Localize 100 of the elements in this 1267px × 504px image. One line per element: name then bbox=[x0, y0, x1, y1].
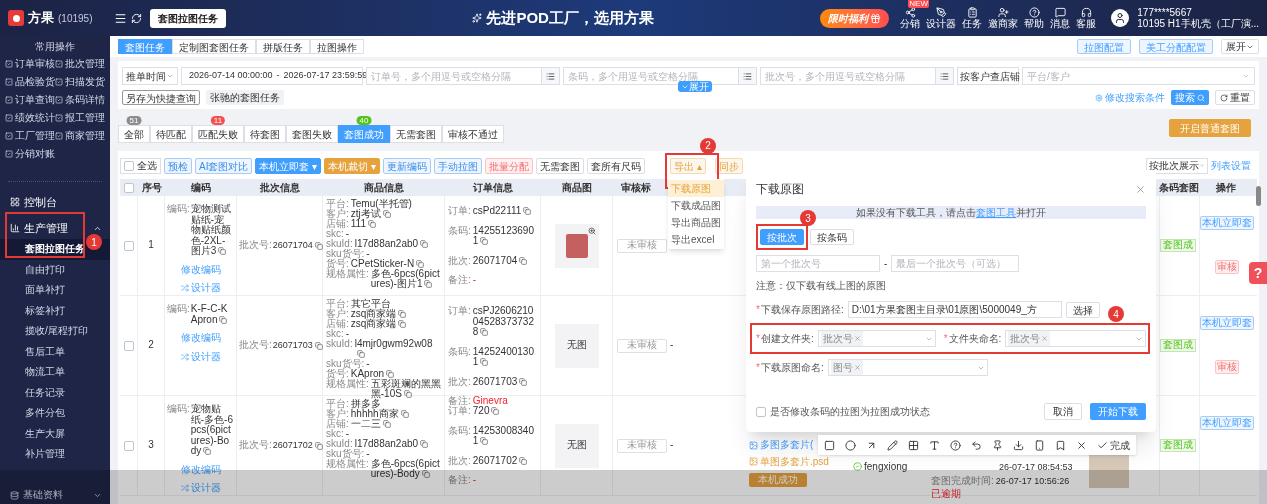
checkbox[interactable] bbox=[756, 406, 766, 417]
rectangle-icon[interactable] bbox=[824, 439, 835, 451]
copy-icon[interactable] bbox=[382, 420, 391, 429]
sidebar-subitem[interactable]: 任务记录 bbox=[0, 382, 110, 403]
checkbox[interactable] bbox=[123, 340, 134, 351]
product-image[interactable] bbox=[554, 223, 599, 268]
download-icon[interactable] bbox=[1013, 439, 1024, 451]
search-field[interactable]: 订单号，多个用逗号或空格分隔 bbox=[366, 67, 542, 85]
status-tab[interactable]: 待匹配 bbox=[150, 125, 192, 143]
copy-icon[interactable] bbox=[356, 350, 365, 359]
remove-icon[interactable] bbox=[1041, 335, 1049, 342]
quick-link[interactable]: 商家管理 bbox=[55, 129, 105, 143]
copy-icon[interactable] bbox=[519, 456, 528, 465]
copy-icon[interactable] bbox=[491, 407, 500, 416]
choose-button[interactable]: 选择 bbox=[1065, 301, 1100, 318]
undo-icon[interactable] bbox=[971, 439, 982, 451]
copy-icon[interactable] bbox=[480, 237, 489, 246]
quick-link[interactable]: 分销对账 bbox=[5, 147, 55, 161]
saved-query-button[interactable]: 张驰的套图任务 bbox=[206, 90, 284, 105]
mosaic-icon[interactable] bbox=[908, 439, 919, 451]
toolbar-button[interactable]: 无需套图 bbox=[536, 157, 584, 174]
status-tab[interactable]: 无需套图 bbox=[390, 125, 442, 143]
copy-icon[interactable] bbox=[480, 328, 489, 337]
checkbox[interactable] bbox=[124, 182, 134, 193]
quick-link[interactable]: 条码详情 bbox=[55, 93, 105, 107]
copy-icon[interactable] bbox=[480, 437, 489, 446]
quick-link[interactable]: 批次管理 bbox=[55, 57, 105, 71]
help-button[interactable]: ? bbox=[1249, 262, 1267, 284]
checkbox[interactable] bbox=[123, 240, 134, 251]
sidebar-subitem[interactable]: 物流工单 bbox=[0, 362, 110, 383]
view-mode-select[interactable]: 按批次展示 bbox=[1146, 157, 1208, 174]
sidebar-subitem[interactable]: 多件分包 bbox=[0, 403, 110, 424]
copy-icon[interactable] bbox=[523, 207, 532, 216]
list-button[interactable] bbox=[739, 67, 757, 85]
status-tab[interactable]: 匹配失败 bbox=[192, 125, 244, 143]
remove-icon[interactable] bbox=[853, 335, 861, 342]
page-tab[interactable]: 拼版任务 bbox=[256, 39, 310, 54]
dropdown-item[interactable]: 导出商品图 bbox=[668, 213, 724, 231]
page-tab[interactable]: 拉图操作 bbox=[310, 39, 364, 54]
checkbox[interactable] bbox=[124, 160, 134, 171]
sidebar-subitem[interactable]: 揽收/尾程打印 bbox=[0, 321, 110, 342]
cancel-button[interactable]: 取消 bbox=[1044, 403, 1082, 420]
dropdown-item[interactable]: 下载成品图 bbox=[668, 196, 724, 214]
sidebar-subitem[interactable]: 生产大屏 bbox=[0, 423, 110, 444]
list-button[interactable] bbox=[936, 67, 954, 85]
copy-icon[interactable] bbox=[218, 247, 227, 256]
quick-link[interactable]: 订单审核 bbox=[5, 57, 55, 71]
sidebar-item[interactable]: 控制台 bbox=[0, 194, 110, 210]
expand-menu-button[interactable]: 展开 bbox=[1221, 39, 1259, 54]
zoom-icon[interactable] bbox=[587, 226, 596, 235]
copy-icon[interactable] bbox=[203, 447, 212, 456]
header-tool-button[interactable]: 消息 bbox=[1050, 7, 1071, 29]
sidebar-subitem[interactable]: 标签补打 bbox=[0, 300, 110, 321]
text-icon[interactable] bbox=[929, 439, 940, 451]
copy-icon[interactable] bbox=[314, 341, 323, 350]
copy-icon[interactable] bbox=[382, 210, 391, 219]
pin-icon[interactable] bbox=[992, 439, 1003, 451]
status-tab[interactable]: 全部 bbox=[118, 125, 150, 143]
copy-icon[interactable] bbox=[519, 256, 528, 265]
circle-icon[interactable] bbox=[845, 439, 856, 451]
page-tag[interactable]: 套图拉图任务 bbox=[150, 8, 226, 28]
toolbar-button[interactable]: 套所有尺码 bbox=[587, 157, 645, 174]
checkbox[interactable] bbox=[123, 440, 134, 451]
copy-icon[interactable] bbox=[386, 370, 395, 379]
sidebar-subitem[interactable]: 补片管理 bbox=[0, 444, 110, 465]
status-tab[interactable]: 套图失败 bbox=[286, 125, 338, 143]
dropdown-item[interactable]: 导出excel bbox=[668, 230, 724, 248]
copy-icon[interactable] bbox=[424, 280, 433, 289]
header-tool-button[interactable]: 帮助 bbox=[1024, 7, 1045, 29]
sidebar-group[interactable]: 生产管理 bbox=[0, 220, 110, 236]
header-tool-button[interactable]: 分销 bbox=[900, 7, 921, 29]
quick-link[interactable]: 绩效统计 bbox=[5, 111, 55, 125]
sidebar-subitem[interactable]: 售后工单 bbox=[0, 341, 110, 362]
quick-link[interactable]: 报工管理 bbox=[55, 111, 105, 125]
header-tool-button[interactable]: 邀商家 bbox=[988, 7, 1019, 29]
time-type-select[interactable]: 推单时间 bbox=[122, 67, 178, 85]
copy-icon[interactable] bbox=[219, 315, 228, 324]
shop-mode-select[interactable]: 按客户查店铺 bbox=[957, 67, 1019, 85]
save-query-button[interactable]: 另存为快捷查询 bbox=[122, 90, 200, 105]
copy-icon[interactable] bbox=[368, 220, 376, 229]
refresh-icon[interactable] bbox=[131, 12, 142, 24]
sidebar-subitem[interactable]: 自由打印 bbox=[0, 259, 110, 280]
page-tab[interactable]: 定制图套图任务 bbox=[172, 39, 256, 54]
bookmark-icon[interactable] bbox=[1055, 439, 1066, 451]
quick-link[interactable]: 扫描发货 bbox=[55, 75, 105, 89]
copy-icon[interactable] bbox=[314, 441, 323, 450]
list-button[interactable] bbox=[542, 67, 560, 85]
copy-icon[interactable] bbox=[519, 377, 528, 386]
copy-icon[interactable] bbox=[400, 410, 409, 419]
path-field[interactable]: D:\01方果套图主目录\01原图\5000049_方 bbox=[847, 301, 1062, 318]
copy-icon[interactable] bbox=[314, 241, 323, 250]
done-button[interactable]: 完成 bbox=[1097, 437, 1130, 453]
copy-icon[interactable] bbox=[420, 440, 429, 449]
header-tool-button[interactable]: 客服 bbox=[1076, 7, 1097, 29]
dialog-tab[interactable]: 按条码 bbox=[810, 229, 854, 245]
header-tool-button[interactable]: 设计器 bbox=[926, 7, 957, 29]
phone-icon[interactable] bbox=[1034, 439, 1045, 451]
menu-icon[interactable] bbox=[114, 11, 127, 25]
status-tab[interactable]: 审核不通过 bbox=[442, 125, 504, 143]
sidebar-subitem[interactable]: 面单补打 bbox=[0, 280, 110, 301]
